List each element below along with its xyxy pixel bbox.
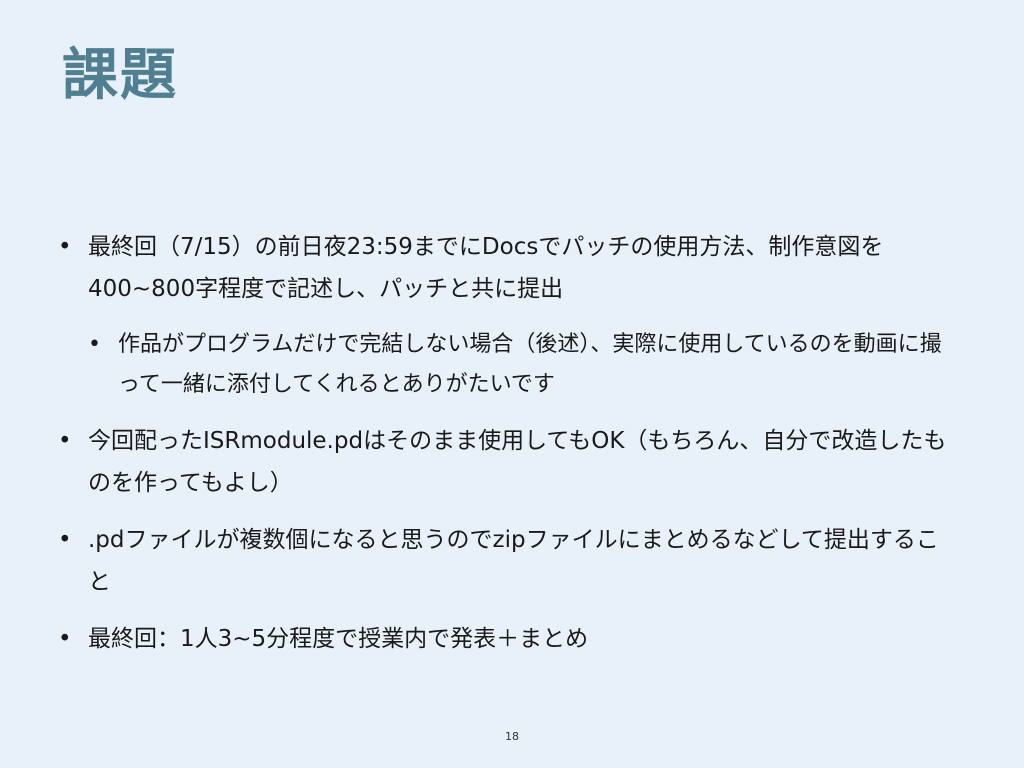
- bullet-item: 最終回（7/15）の前日夜23:59までにDocsでパッチの使用方法、制作意図を…: [58, 226, 958, 310]
- sub-bullet-item: 作品がプログラムだけで完結しない場合（後述）、実際に使用しているのを動画に撮って…: [88, 325, 958, 405]
- bullet-list: 最終回（7/15）の前日夜23:59までにDocsでパッチの使用方法、制作意図を…: [58, 226, 958, 675]
- bullet-item: .pdファイルが複数個になると思うのでzipファイルにまとめるなどして提出するこ…: [58, 519, 958, 603]
- page-number: 18: [505, 730, 519, 743]
- slide-title: 課題: [62, 43, 178, 108]
- bullet-item: 今回配ったISRmodule.pdはそのまま使用してもOK（もちろん、自分で改造…: [58, 420, 958, 504]
- bullet-item: 最終回：1人3~5分程度で授業内で発表＋まとめ: [58, 618, 958, 660]
